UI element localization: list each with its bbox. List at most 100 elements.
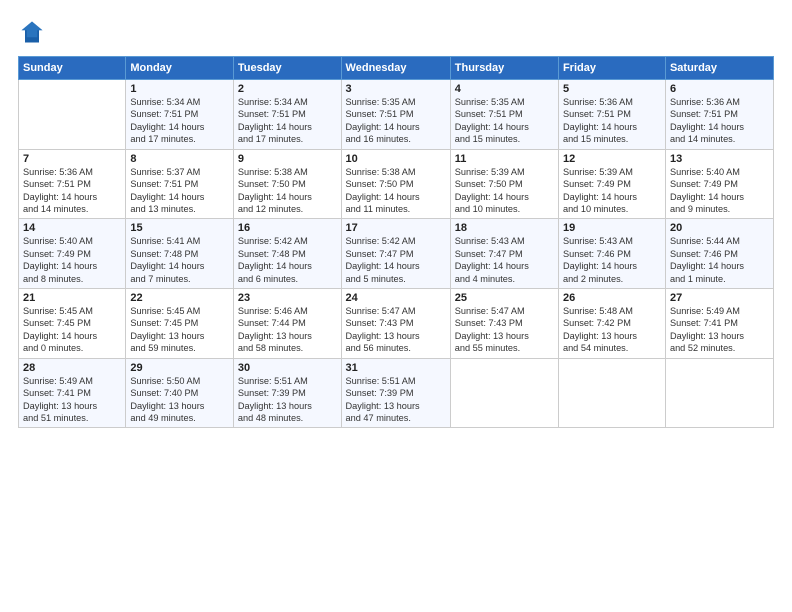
logo: [18, 18, 50, 46]
day-number: 15: [130, 222, 229, 234]
day-info: Sunrise: 5:43 AM Sunset: 7:47 PM Dayligh…: [455, 235, 554, 285]
page: SundayMondayTuesdayWednesdayThursdayFrid…: [0, 0, 792, 612]
day-info: Sunrise: 5:44 AM Sunset: 7:46 PM Dayligh…: [670, 235, 769, 285]
day-number: 17: [346, 222, 446, 234]
day-info: Sunrise: 5:40 AM Sunset: 7:49 PM Dayligh…: [23, 235, 121, 285]
day-info: Sunrise: 5:41 AM Sunset: 7:48 PM Dayligh…: [130, 235, 229, 285]
day-number: 11: [455, 153, 554, 165]
calendar-cell: 26Sunrise: 5:48 AM Sunset: 7:42 PM Dayli…: [558, 289, 665, 359]
header-cell-friday: Friday: [558, 57, 665, 80]
day-info: Sunrise: 5:47 AM Sunset: 7:43 PM Dayligh…: [455, 305, 554, 355]
calendar-cell: 31Sunrise: 5:51 AM Sunset: 7:39 PM Dayli…: [341, 358, 450, 428]
day-info: Sunrise: 5:48 AM Sunset: 7:42 PM Dayligh…: [563, 305, 661, 355]
calendar-cell: 10Sunrise: 5:38 AM Sunset: 7:50 PM Dayli…: [341, 149, 450, 219]
day-info: Sunrise: 5:47 AM Sunset: 7:43 PM Dayligh…: [346, 305, 446, 355]
day-number: 23: [238, 292, 337, 304]
calendar-cell: 7Sunrise: 5:36 AM Sunset: 7:51 PM Daylig…: [19, 149, 126, 219]
day-info: Sunrise: 5:51 AM Sunset: 7:39 PM Dayligh…: [238, 375, 337, 425]
day-info: Sunrise: 5:43 AM Sunset: 7:46 PM Dayligh…: [563, 235, 661, 285]
calendar-cell: 20Sunrise: 5:44 AM Sunset: 7:46 PM Dayli…: [665, 219, 773, 289]
day-info: Sunrise: 5:34 AM Sunset: 7:51 PM Dayligh…: [130, 96, 229, 146]
day-number: 9: [238, 153, 337, 165]
calendar-cell: 28Sunrise: 5:49 AM Sunset: 7:41 PM Dayli…: [19, 358, 126, 428]
calendar-cell: 6Sunrise: 5:36 AM Sunset: 7:51 PM Daylig…: [665, 80, 773, 150]
day-number: 5: [563, 83, 661, 95]
calendar-week-row: 28Sunrise: 5:49 AM Sunset: 7:41 PM Dayli…: [19, 358, 774, 428]
header-cell-wednesday: Wednesday: [341, 57, 450, 80]
day-number: 13: [670, 153, 769, 165]
header-cell-thursday: Thursday: [450, 57, 558, 80]
header: [18, 18, 774, 46]
calendar-cell: 12Sunrise: 5:39 AM Sunset: 7:49 PM Dayli…: [558, 149, 665, 219]
day-number: 27: [670, 292, 769, 304]
calendar-cell: [558, 358, 665, 428]
day-info: Sunrise: 5:34 AM Sunset: 7:51 PM Dayligh…: [238, 96, 337, 146]
day-number: 29: [130, 362, 229, 374]
day-number: 16: [238, 222, 337, 234]
day-number: 12: [563, 153, 661, 165]
day-number: 10: [346, 153, 446, 165]
calendar-cell: 4Sunrise: 5:35 AM Sunset: 7:51 PM Daylig…: [450, 80, 558, 150]
day-number: 7: [23, 153, 121, 165]
day-info: Sunrise: 5:40 AM Sunset: 7:49 PM Dayligh…: [670, 166, 769, 216]
day-info: Sunrise: 5:36 AM Sunset: 7:51 PM Dayligh…: [563, 96, 661, 146]
day-info: Sunrise: 5:36 AM Sunset: 7:51 PM Dayligh…: [23, 166, 121, 216]
calendar-week-row: 21Sunrise: 5:45 AM Sunset: 7:45 PM Dayli…: [19, 289, 774, 359]
calendar-cell: 2Sunrise: 5:34 AM Sunset: 7:51 PM Daylig…: [233, 80, 341, 150]
day-info: Sunrise: 5:49 AM Sunset: 7:41 PM Dayligh…: [23, 375, 121, 425]
day-number: 20: [670, 222, 769, 234]
calendar-table: SundayMondayTuesdayWednesdayThursdayFrid…: [18, 56, 774, 428]
day-number: 19: [563, 222, 661, 234]
calendar-cell: 21Sunrise: 5:45 AM Sunset: 7:45 PM Dayli…: [19, 289, 126, 359]
header-cell-sunday: Sunday: [19, 57, 126, 80]
day-info: Sunrise: 5:35 AM Sunset: 7:51 PM Dayligh…: [346, 96, 446, 146]
calendar-cell: 18Sunrise: 5:43 AM Sunset: 7:47 PM Dayli…: [450, 219, 558, 289]
header-cell-saturday: Saturday: [665, 57, 773, 80]
day-info: Sunrise: 5:51 AM Sunset: 7:39 PM Dayligh…: [346, 375, 446, 425]
logo-icon: [18, 18, 46, 46]
header-cell-tuesday: Tuesday: [233, 57, 341, 80]
day-number: 30: [238, 362, 337, 374]
calendar-cell: 23Sunrise: 5:46 AM Sunset: 7:44 PM Dayli…: [233, 289, 341, 359]
day-info: Sunrise: 5:46 AM Sunset: 7:44 PM Dayligh…: [238, 305, 337, 355]
day-number: 3: [346, 83, 446, 95]
day-info: Sunrise: 5:36 AM Sunset: 7:51 PM Dayligh…: [670, 96, 769, 146]
calendar-cell: 13Sunrise: 5:40 AM Sunset: 7:49 PM Dayli…: [665, 149, 773, 219]
calendar-cell: [450, 358, 558, 428]
day-number: 28: [23, 362, 121, 374]
day-info: Sunrise: 5:39 AM Sunset: 7:49 PM Dayligh…: [563, 166, 661, 216]
day-number: 8: [130, 153, 229, 165]
day-number: 31: [346, 362, 446, 374]
calendar-cell: 16Sunrise: 5:42 AM Sunset: 7:48 PM Dayli…: [233, 219, 341, 289]
day-number: 4: [455, 83, 554, 95]
day-number: 25: [455, 292, 554, 304]
day-info: Sunrise: 5:49 AM Sunset: 7:41 PM Dayligh…: [670, 305, 769, 355]
day-info: Sunrise: 5:42 AM Sunset: 7:47 PM Dayligh…: [346, 235, 446, 285]
day-number: 18: [455, 222, 554, 234]
calendar-cell: 9Sunrise: 5:38 AM Sunset: 7:50 PM Daylig…: [233, 149, 341, 219]
day-info: Sunrise: 5:38 AM Sunset: 7:50 PM Dayligh…: [346, 166, 446, 216]
calendar-cell: 17Sunrise: 5:42 AM Sunset: 7:47 PM Dayli…: [341, 219, 450, 289]
calendar-cell: 27Sunrise: 5:49 AM Sunset: 7:41 PM Dayli…: [665, 289, 773, 359]
calendar-cell: 5Sunrise: 5:36 AM Sunset: 7:51 PM Daylig…: [558, 80, 665, 150]
day-number: 6: [670, 83, 769, 95]
calendar-cell: 15Sunrise: 5:41 AM Sunset: 7:48 PM Dayli…: [126, 219, 234, 289]
calendar-cell: 3Sunrise: 5:35 AM Sunset: 7:51 PM Daylig…: [341, 80, 450, 150]
day-info: Sunrise: 5:37 AM Sunset: 7:51 PM Dayligh…: [130, 166, 229, 216]
day-info: Sunrise: 5:39 AM Sunset: 7:50 PM Dayligh…: [455, 166, 554, 216]
calendar-cell: 24Sunrise: 5:47 AM Sunset: 7:43 PM Dayli…: [341, 289, 450, 359]
day-number: 22: [130, 292, 229, 304]
calendar-cell: 25Sunrise: 5:47 AM Sunset: 7:43 PM Dayli…: [450, 289, 558, 359]
day-number: 21: [23, 292, 121, 304]
day-number: 1: [130, 83, 229, 95]
calendar-cell: 8Sunrise: 5:37 AM Sunset: 7:51 PM Daylig…: [126, 149, 234, 219]
calendar-cell: 29Sunrise: 5:50 AM Sunset: 7:40 PM Dayli…: [126, 358, 234, 428]
day-info: Sunrise: 5:45 AM Sunset: 7:45 PM Dayligh…: [130, 305, 229, 355]
calendar-week-row: 14Sunrise: 5:40 AM Sunset: 7:49 PM Dayli…: [19, 219, 774, 289]
day-info: Sunrise: 5:42 AM Sunset: 7:48 PM Dayligh…: [238, 235, 337, 285]
day-info: Sunrise: 5:45 AM Sunset: 7:45 PM Dayligh…: [23, 305, 121, 355]
calendar-cell: 22Sunrise: 5:45 AM Sunset: 7:45 PM Dayli…: [126, 289, 234, 359]
calendar-cell: 30Sunrise: 5:51 AM Sunset: 7:39 PM Dayli…: [233, 358, 341, 428]
day-number: 14: [23, 222, 121, 234]
day-info: Sunrise: 5:38 AM Sunset: 7:50 PM Dayligh…: [238, 166, 337, 216]
